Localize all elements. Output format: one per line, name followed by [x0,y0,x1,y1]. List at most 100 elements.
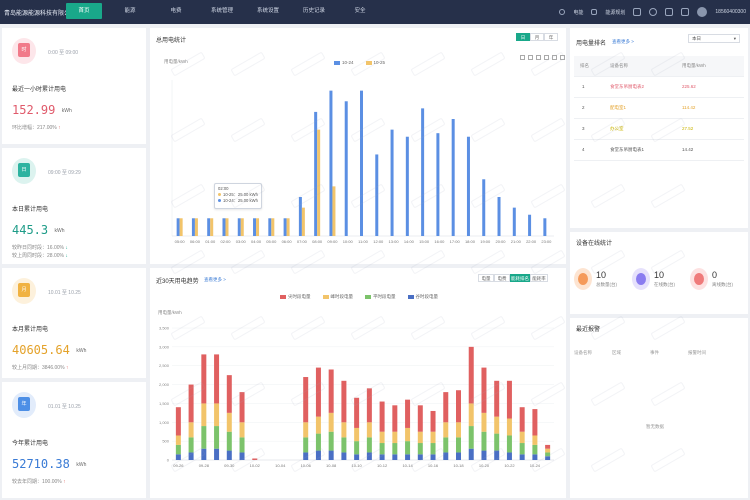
trend-bar-segment [417,454,423,460]
trend-bar-segment [506,435,512,453]
calendar-icon-label: 月 [18,283,30,297]
ranking-title: 用电量排名 [576,41,607,47]
nav-item-5[interactable]: 历史记录 [296,3,332,19]
hourly-x-tick: 22:00 [526,239,537,244]
nav-item-0[interactable]: 首页 [66,3,102,19]
power-icon[interactable] [559,9,566,15]
ranking-more-link[interactable]: 查看更多 > [612,39,634,45]
nav-item-4[interactable]: 系统设置 [250,3,286,19]
device-usage: 27.52 [682,126,694,131]
table-row[interactable]: 2 配电室1 114.42 [574,98,744,119]
trend-bar-segment [468,448,474,460]
trend-bar-segment [188,437,194,453]
trend-bar-segment [366,388,372,423]
trend-x-tick: 09-26 [173,463,184,468]
device-usage: 14.42 [682,147,694,152]
power-link[interactable]: 电能 [573,9,583,16]
trend-bar-segment [545,456,551,460]
summary-card-3: 年 01.01 至 10.25 今年累计用电 52710.38 kWh 较去年同期：100… [2,382,146,498]
alarm-header: 设备名称 区域 事件 报警时间 [570,348,748,360]
hourly-x-tick: 10:00 [343,239,354,244]
trend-bar-segment [315,416,321,434]
calendar-icon-label: 日 [18,163,30,177]
table-row[interactable]: 3 办公室 27.52 [574,119,744,140]
hourly-ylabel: 用电量/kWh [164,58,188,65]
trend-x-tick: 10-04 [275,463,286,468]
refresh-icon[interactable] [649,8,658,16]
trend-bar-segment [252,458,258,460]
trend-bar-segment [303,377,309,423]
trend-bar-segment [443,452,449,460]
trend-bar-segment [214,403,220,427]
rank-number: 2 [582,105,585,110]
trend-bar-segment [481,450,487,460]
status-label: 离线数(台) [712,282,733,287]
card-time-range: 09:00 至 09:29 [48,170,81,176]
nav-item-1[interactable]: 能源 [112,3,148,19]
trend-bar-segment [481,431,487,451]
hourly-x-tick: 20:00 [496,239,507,244]
trend-bar-segment [201,426,207,449]
trend-bar-segment [405,441,411,455]
nav-item-2[interactable]: 电费 [158,3,194,19]
trend-bar-segment [506,418,512,436]
trend-bar-segment [379,443,385,455]
status-count: 10 [654,270,665,280]
card-time-range: 0:00 至 09:00 [48,50,79,56]
trend-y-tick: 1,000 [159,420,170,425]
ranking-header-row: 排名 设备名称 用电量/kWh [574,56,744,77]
trend-x-tick: 10-10 [352,463,363,468]
trend-bar-segment [430,431,436,444]
alarm-col-3: 报警时间 [688,350,706,355]
device-usage: 225.62 [682,84,696,89]
trend-bar-segment [175,435,181,445]
hourly-bar-10-24 [436,133,440,236]
hourly-x-tick: 07:00 [297,239,308,244]
hourly-bar-10-24 [268,218,272,236]
fullscreen-icon[interactable] [633,8,642,16]
hourly-x-tick: 23:00 [541,239,552,244]
trend-bar-segment [519,407,525,432]
trend-bar-segment [443,392,449,423]
hourly-x-tick: 04:00 [251,239,262,244]
hourly-x-tick: 08:00 [312,239,323,244]
plan-icon[interactable] [591,9,598,15]
chart-tooltip: 02:00 10-25：25.00 kWh 10-24：25.00 kWh [214,183,262,209]
trend-bar-segment [532,435,538,445]
notification-icon[interactable] [681,8,690,16]
trend-bar-segment [468,346,474,404]
hourly-x-tick: 02:00 [220,239,231,244]
main-nav: 首页 能源 电费 系统管理 系统设置 历史记录 安全 [66,3,388,21]
trend-bar-segment [175,454,181,460]
trend-bar-segment [481,367,487,413]
trend-bar-segment [519,443,525,455]
hourly-x-tick: 05:00 [266,239,277,244]
trend-bar-segment [328,412,334,432]
hourly-x-tick: 17:00 [450,239,461,244]
ranking-select[interactable]: 本日 ▾ [688,34,740,43]
alarm-col-1: 区域 [612,350,621,355]
status-label: 总数量(台) [596,282,617,287]
user-phone[interactable]: 18560400300 [715,9,746,15]
trend-bar-segment [175,407,181,436]
hourly-bar-10-24 [528,214,532,236]
hourly-bar-10-25 [210,218,214,236]
nav-item-6[interactable]: 安全 [342,3,378,19]
expand-icon[interactable] [665,8,674,16]
trend-bar-segment [341,422,347,438]
hourly-bar-10-24 [497,197,501,236]
rank-number: 4 [582,147,585,152]
nav-item-3[interactable]: 系统管理 [204,3,240,19]
table-row[interactable]: 4 食堂东吊厨电表1 14.42 [574,140,744,161]
hourly-x-tick: 09:00 [327,239,338,244]
card-title: 本日累计用电 [12,207,49,213]
hourly-x-tick: 18:00 [465,239,476,244]
trend-bar-segment [366,452,372,460]
trend-bar-segment [532,444,538,455]
trend-bar-segment [519,431,525,444]
avatar[interactable] [697,7,708,17]
trend-bar-segment [519,454,525,460]
table-row[interactable]: 1 食堂东吊厨电表2 225.62 [574,77,744,98]
status-panel: 设备在线统计 10 总数量(台) 10 在线数(台) 0 离线数(台) [570,232,748,314]
plan-link[interactable]: 能源规划 [605,9,625,16]
